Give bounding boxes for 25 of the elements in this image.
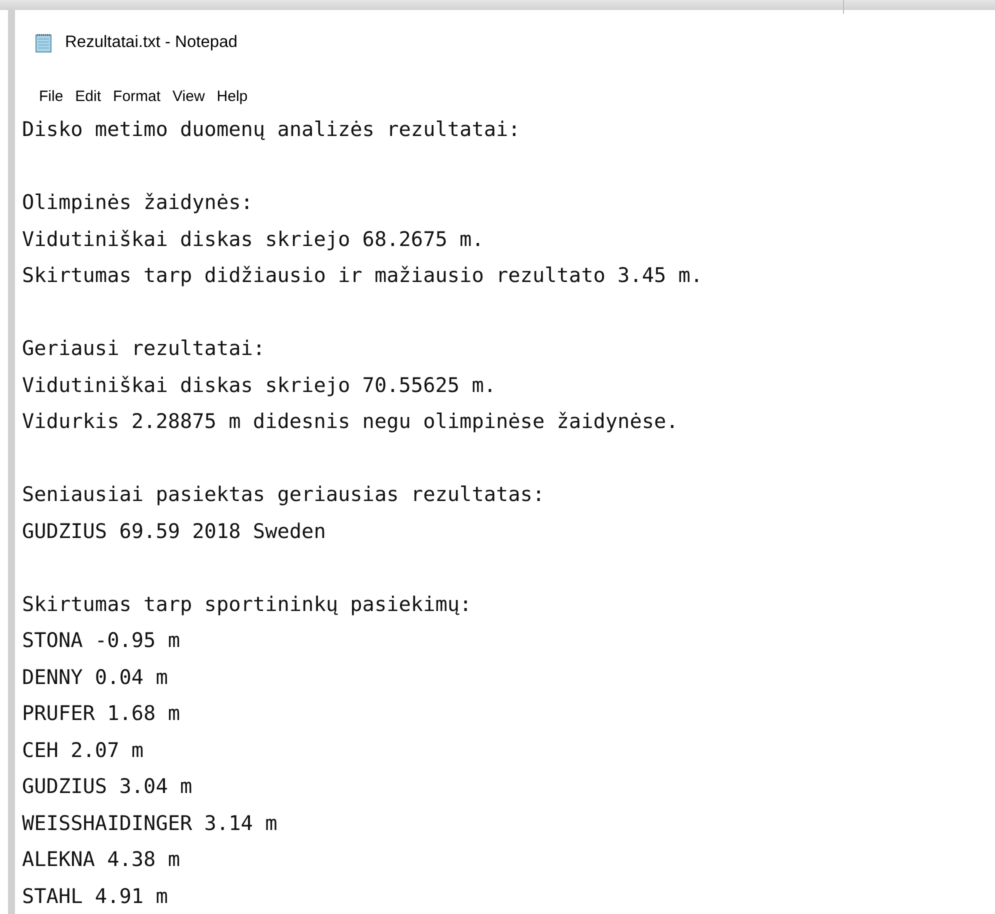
text-line: Skirtumas tarp sportininkų pasiekimų: bbox=[22, 590, 472, 618]
menu-item[interactable]: Edit bbox=[69, 88, 108, 105]
text-line: Olimpinės žaidynės: bbox=[22, 189, 253, 216]
text-line: Vidurkis 2.28875 m didesnis negu olimpinėse žaidynėse. bbox=[22, 408, 678, 435]
text-line: Seniausiai pasiektas geriausias rezultatas: bbox=[22, 481, 545, 508]
menu-item[interactable]: Format bbox=[107, 88, 167, 105]
notepad-icon bbox=[35, 32, 53, 53]
text-line: STONA -0.95 m bbox=[22, 627, 180, 654]
menu-item[interactable]: View bbox=[166, 88, 211, 105]
window-title: Rezultatai.txt - Notepad bbox=[65, 33, 238, 52]
text-line: ALEKNA 4.38 m bbox=[22, 846, 180, 873]
text-line: Vidutiniškai diskas skriejo 68.2675 m. bbox=[22, 226, 484, 252]
text-line: Vidutiniškai diskas skriejo 70.55625 m. bbox=[22, 372, 496, 398]
menu-item[interactable]: Help bbox=[210, 88, 254, 105]
text-line: PRUFER 1.68 m bbox=[22, 700, 180, 727]
text-line: DENNY 0.04 m bbox=[22, 664, 168, 690]
text-line: GUDZIUS 3.04 m bbox=[22, 773, 192, 800]
text-line: Skirtumas tarp didžiausio ir mažiausio rezultato 3.45 m. bbox=[22, 262, 703, 289]
text-line: WEISSHAIDINGER 3.14 m bbox=[22, 810, 278, 836]
text-line: CEH 2.07 m bbox=[22, 736, 144, 764]
text-line: Disko metimo duomenų analizės rezultatai: bbox=[22, 116, 520, 143]
text-line: Geriausi rezultatai: bbox=[22, 335, 266, 362]
text-line: STAHL 4.91 m bbox=[22, 882, 168, 910]
text-line: GUDZIUS 69.59 2018 Sweden bbox=[22, 518, 326, 544]
menu-item[interactable]: File bbox=[33, 88, 70, 105]
